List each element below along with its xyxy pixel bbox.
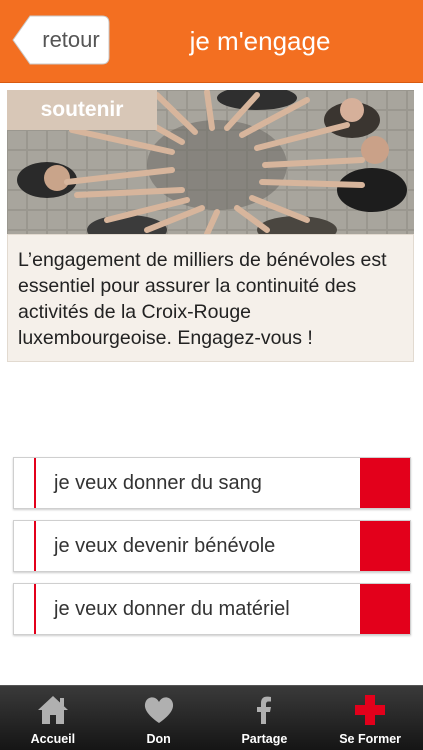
header-bar: retour je m'engage (0, 0, 423, 83)
description-text: L’engagement de milliers de bénévoles es… (7, 234, 414, 362)
tab-bar: Accueil Don Partage Se Former (0, 685, 423, 750)
action-label: je veux donner du sang (54, 471, 262, 494)
hero-tag: soutenir (7, 90, 157, 130)
action-become-volunteer[interactable]: je veux devenir bénévole (13, 520, 411, 572)
accent-box (360, 521, 410, 571)
home-icon (37, 696, 68, 724)
back-button-label: retour (42, 27, 100, 52)
back-button[interactable]: retour (12, 15, 110, 65)
red-cross-icon (355, 695, 386, 725)
accent-bar (34, 521, 36, 571)
tab-label: Se Former (339, 732, 402, 746)
action-label: je veux devenir bénévole (54, 534, 276, 557)
tab-se-former[interactable]: Se Former (317, 686, 423, 750)
tab-don[interactable]: Don (106, 686, 212, 750)
heart-icon (144, 697, 173, 723)
accent-box (360, 458, 410, 508)
tab-label: Partage (241, 732, 288, 746)
hero-image: soutenir (7, 90, 414, 234)
tab-accueil[interactable]: Accueil (0, 686, 106, 750)
action-donate-material[interactable]: je veux donner du matériel (13, 583, 411, 635)
tab-partage[interactable]: Partage (212, 686, 318, 750)
page-title: je m'engage (189, 26, 331, 56)
tab-label: Accueil (30, 732, 76, 746)
facebook-icon (257, 696, 272, 724)
accent-box (360, 584, 410, 634)
tab-label: Don (146, 732, 171, 746)
action-label: je veux donner du matériel (54, 597, 290, 620)
accent-bar (34, 458, 36, 508)
accent-bar (34, 584, 36, 634)
action-donate-blood[interactable]: je veux donner du sang (13, 457, 411, 509)
